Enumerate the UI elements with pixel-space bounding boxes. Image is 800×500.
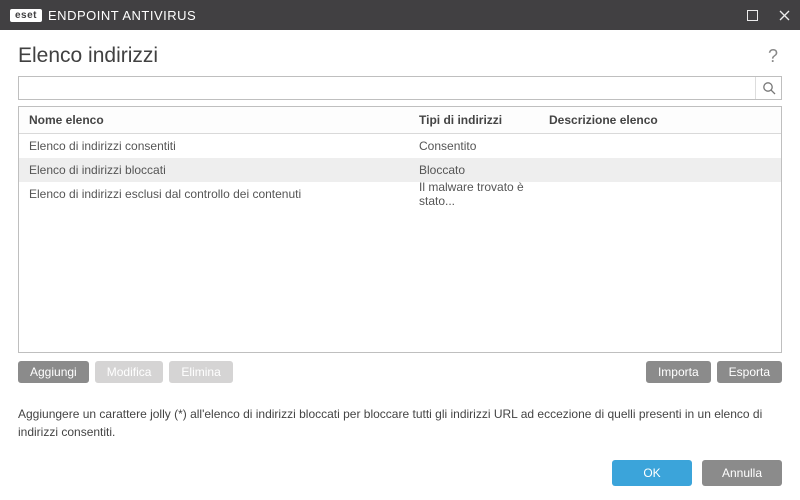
- cancel-button[interactable]: Annulla: [702, 460, 782, 486]
- table-row[interactable]: Elenco di indirizzi esclusi dal controll…: [19, 182, 781, 206]
- cell-desc: [539, 164, 781, 176]
- hint-text: Aggiungere un carattere jolly (*) all'el…: [0, 393, 800, 441]
- table-body: Elenco di indirizzi consentitiConsentito…: [19, 134, 781, 206]
- cell-type: Il malware trovato è stato...: [409, 174, 539, 214]
- page-title: Elenco indirizzi: [18, 44, 158, 68]
- ok-button[interactable]: OK: [612, 460, 692, 486]
- help-icon[interactable]: ?: [764, 46, 782, 67]
- table-row[interactable]: Elenco di indirizzi bloccatiBloccato: [19, 158, 781, 182]
- search-icon[interactable]: [755, 77, 781, 99]
- import-button[interactable]: Importa: [646, 361, 711, 383]
- table-row[interactable]: Elenco di indirizzi consentitiConsentito: [19, 134, 781, 158]
- cell-name: Elenco di indirizzi bloccati: [19, 157, 409, 183]
- page-header: Elenco indirizzi ?: [0, 30, 800, 76]
- cell-name: Elenco di indirizzi consentiti: [19, 133, 409, 159]
- titlebar: eset ENDPOINT ANTIVIRUS: [0, 0, 800, 30]
- window-controls: [744, 7, 792, 23]
- cell-desc: [539, 140, 781, 152]
- brand-logo: eset ENDPOINT ANTIVIRUS: [10, 8, 196, 23]
- delete-button: Elimina: [169, 361, 232, 383]
- close-icon[interactable]: [776, 7, 792, 23]
- maximize-icon[interactable]: [744, 7, 760, 23]
- add-button[interactable]: Aggiungi: [18, 361, 89, 383]
- col-header-type[interactable]: Tipi di indirizzi: [409, 107, 539, 133]
- cell-name: Elenco di indirizzi esclusi dal controll…: [19, 181, 409, 207]
- cell-desc: [539, 188, 781, 200]
- table-actions: Aggiungi Modifica Elimina Importa Esport…: [18, 361, 782, 383]
- search-row: [18, 76, 782, 100]
- brand-badge: eset: [10, 9, 42, 22]
- product-name: ENDPOINT ANTIVIRUS: [48, 8, 196, 23]
- col-header-name[interactable]: Nome elenco: [19, 107, 409, 133]
- col-header-desc[interactable]: Descrizione elenco: [539, 107, 781, 133]
- table-header: Nome elenco Tipi di indirizzi Descrizion…: [19, 107, 781, 134]
- edit-button: Modifica: [95, 361, 164, 383]
- search-input[interactable]: [19, 77, 755, 99]
- cell-type: Consentito: [409, 133, 539, 159]
- export-button[interactable]: Esporta: [717, 361, 782, 383]
- address-list-table: Nome elenco Tipi di indirizzi Descrizion…: [18, 106, 782, 353]
- dialog-footer: OK Annulla: [0, 446, 800, 500]
